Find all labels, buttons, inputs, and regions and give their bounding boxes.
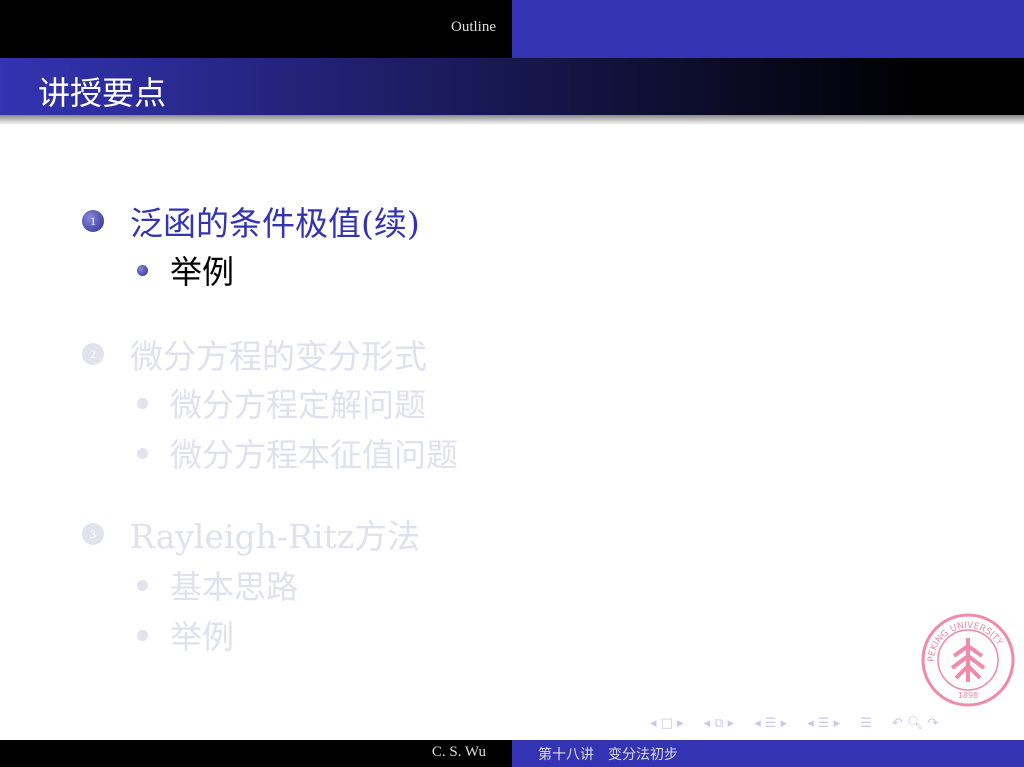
svg-text:1898: 1898 [958, 691, 978, 700]
section-title: Rayleigh-Ritz方法 [130, 517, 421, 556]
footer: C. S. Wu 第十八讲 变分法初步 [0, 740, 1024, 767]
subsection-title: 基本思路 [170, 568, 299, 606]
subsection-title: 举例 [170, 253, 235, 291]
section-number: 3 [82, 523, 104, 545]
toc-section-2[interactable]: 2 微分方程的变分形式 [82, 330, 427, 378]
toc-section-3[interactable]: 3 Rayleigh-Ritz方法 [82, 510, 420, 558]
footer-author: C. S. Wu [0, 740, 512, 767]
toc-subsection[interactable]: 举例 [137, 612, 234, 658]
section-link-outline[interactable]: Outline [451, 19, 496, 36]
toc-subsection[interactable]: 举例 [137, 247, 234, 293]
beamer-navigation-symbols: ◂ □ ▸ ◂ ⧉ ▸ ◂ ☰ ▸ ◂ ☰ ▸ ☰ ↶ 🔍︎ ↷ [650, 716, 938, 731]
frame-title: 讲授要点 [38, 74, 167, 112]
subsection-title: 举例 [170, 618, 235, 656]
subsection-title: 微分方程本征值问题 [170, 436, 459, 474]
section-title: 微分方程的变分形式 [130, 337, 427, 376]
subsection-title: 微分方程定解问题 [170, 386, 427, 424]
bullet-icon [137, 447, 148, 459]
frame-title-bar: 讲授要点 [0, 58, 1024, 115]
university-seal-logo: PEKING UNIVERSITY 1898 [921, 613, 1015, 707]
top-navigation-bar: Outline [0, 0, 1024, 58]
toc-subsection[interactable]: 微分方程本征值问题 [137, 430, 458, 476]
title-shadow [0, 115, 1024, 125]
frame-nav-icon[interactable]: ◂ □ ▸ [650, 716, 684, 731]
toc-subsection[interactable]: 微分方程定解问题 [137, 380, 426, 426]
bullet-icon [137, 579, 148, 591]
section-number: 1 [82, 210, 104, 232]
document-nav-icon[interactable]: ☰ [860, 716, 872, 731]
section-title: 泛函的条件极值(续) [130, 204, 420, 243]
toc-subsection[interactable]: 基本思路 [137, 562, 298, 608]
section-number: 2 [82, 343, 104, 365]
part-nav-icon[interactable]: ◂ ☰ ▸ [807, 716, 840, 731]
bullet-icon [137, 629, 148, 641]
back-search-forward-icon[interactable]: ↶ 🔍︎ ↷ [892, 716, 939, 731]
bullet-icon [137, 264, 148, 276]
toc-section-1[interactable]: 1 泛函的条件极值(续) [82, 197, 420, 245]
bullet-icon [137, 397, 148, 409]
footer-title: 第十八讲 变分法初步 [512, 740, 1024, 767]
subsection-nav-icon[interactable]: ◂ ⧉ ▸ [704, 716, 735, 731]
section-nav-icon[interactable]: ◂ ☰ ▸ [754, 716, 787, 731]
